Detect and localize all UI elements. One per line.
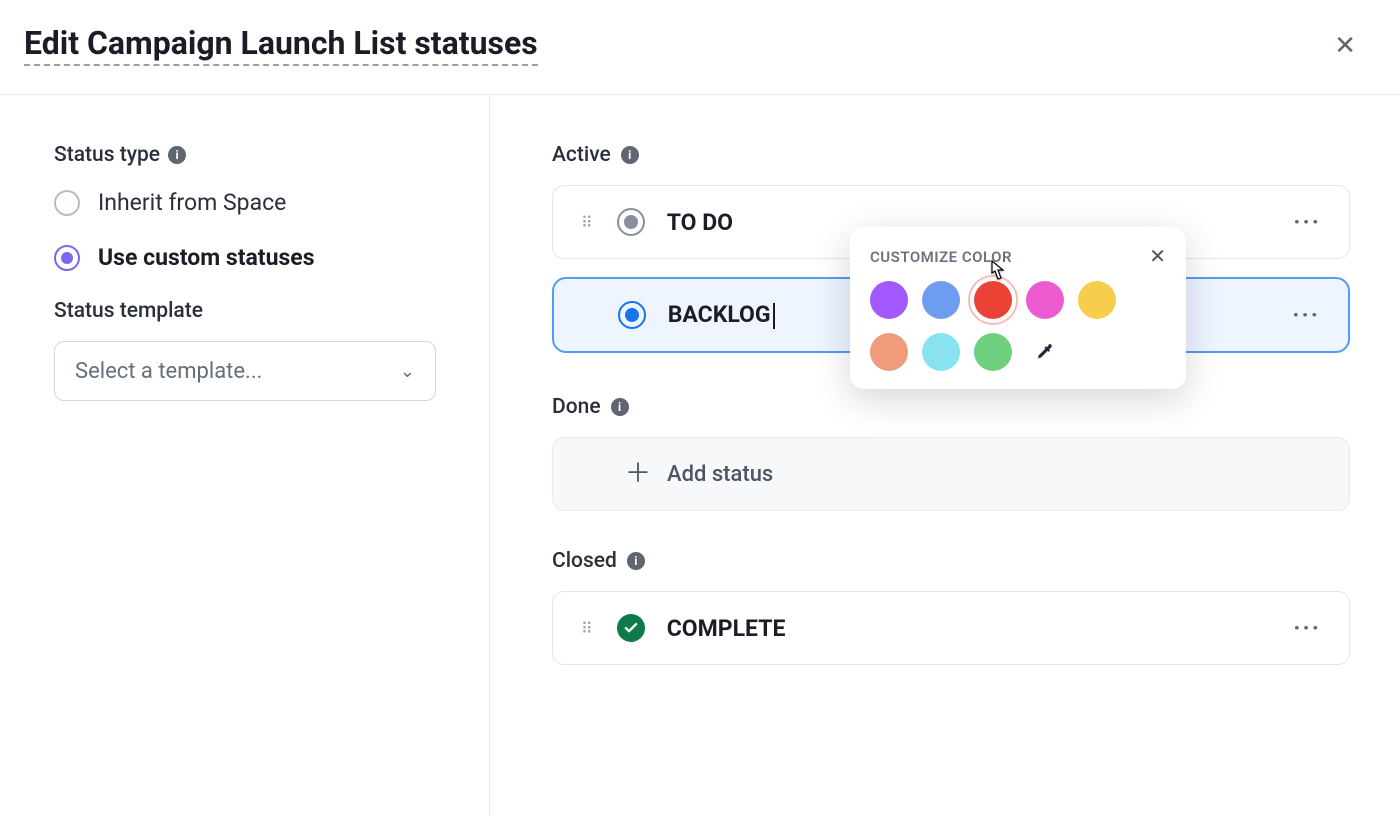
drag-handle-icon[interactable]: ⠿: [581, 213, 595, 232]
sidebar: Status type i Inherit from Space Use cus…: [0, 95, 490, 816]
status-color-icon[interactable]: [617, 208, 645, 236]
popover-header: CUSTOMIZE COLOR ✕: [870, 247, 1166, 267]
color-swatch[interactable]: [1078, 281, 1116, 319]
status-row-complete[interactable]: ⠿ COMPLETE ···: [552, 591, 1350, 665]
group-header-done: Done i: [552, 395, 629, 419]
modal-title[interactable]: Edit Campaign Launch List statuses: [24, 24, 538, 66]
modal-header: Edit Campaign Launch List statuses ✕: [0, 0, 1400, 95]
more-options-button[interactable]: ···: [1292, 303, 1320, 327]
template-select-placeholder: Select a template...: [75, 359, 262, 384]
color-swatch[interactable]: [974, 281, 1012, 319]
status-type-heading: Status type i: [54, 143, 186, 167]
modal-body: Status type i Inherit from Space Use cus…: [0, 95, 1400, 816]
color-swatch[interactable]: [974, 333, 1012, 371]
group-header-active: Active i: [552, 143, 639, 167]
swatch-grid: [870, 281, 1166, 371]
more-options-button[interactable]: ···: [1293, 616, 1321, 640]
group-label-active: Active: [552, 143, 611, 167]
customize-color-popover: CUSTOMIZE COLOR ✕: [850, 227, 1186, 389]
drag-handle-icon[interactable]: ⠿: [581, 619, 595, 638]
text-caret-icon: [773, 303, 775, 329]
radio-inherit-from-space[interactable]: Inherit from Space: [54, 189, 439, 216]
radio-dot-icon: [61, 252, 73, 264]
group-label-done: Done: [552, 395, 601, 419]
status-color-icon[interactable]: [618, 301, 646, 329]
color-swatch[interactable]: [922, 281, 960, 319]
status-template-heading: Status template: [54, 299, 439, 323]
chevron-down-icon: ⌄: [400, 361, 415, 382]
color-swatch[interactable]: [1026, 281, 1064, 319]
color-swatch[interactable]: [870, 333, 908, 371]
radio-label-inherit: Inherit from Space: [98, 189, 286, 216]
color-swatch[interactable]: [870, 281, 908, 319]
plus-icon: ＋: [625, 461, 651, 487]
info-icon[interactable]: i: [168, 146, 186, 164]
eyedropper-icon[interactable]: [1026, 333, 1064, 371]
check-circle-icon[interactable]: [617, 614, 645, 642]
status-name-complete: COMPLETE: [667, 615, 1294, 642]
color-swatch[interactable]: [922, 333, 960, 371]
more-options-button[interactable]: ···: [1293, 210, 1321, 234]
radio-use-custom-statuses[interactable]: Use custom statuses: [54, 244, 439, 271]
info-icon[interactable]: i: [611, 398, 629, 416]
close-icon: ✕: [1334, 30, 1356, 60]
main-panel: Active i ⠿ TO DO ··· ⠿ BACKLOG ··· Done …: [490, 95, 1400, 816]
add-status-label: Add status: [667, 462, 773, 487]
add-status-button[interactable]: ＋ Add status: [552, 437, 1350, 511]
info-icon[interactable]: i: [627, 552, 645, 570]
info-icon[interactable]: i: [621, 146, 639, 164]
radio-icon: [54, 190, 80, 216]
group-header-closed: Closed i: [552, 549, 645, 573]
group-label-closed: Closed: [552, 549, 617, 573]
popover-close-button[interactable]: ✕: [1149, 247, 1166, 267]
popover-title: CUSTOMIZE COLOR: [870, 248, 1012, 266]
template-select[interactable]: Select a template... ⌄: [54, 341, 436, 401]
close-button[interactable]: ✕: [1326, 28, 1364, 62]
radio-label-custom: Use custom statuses: [98, 244, 315, 271]
radio-icon-selected: [54, 245, 80, 271]
status-type-label: Status type: [54, 143, 160, 167]
close-icon: ✕: [1149, 246, 1166, 268]
